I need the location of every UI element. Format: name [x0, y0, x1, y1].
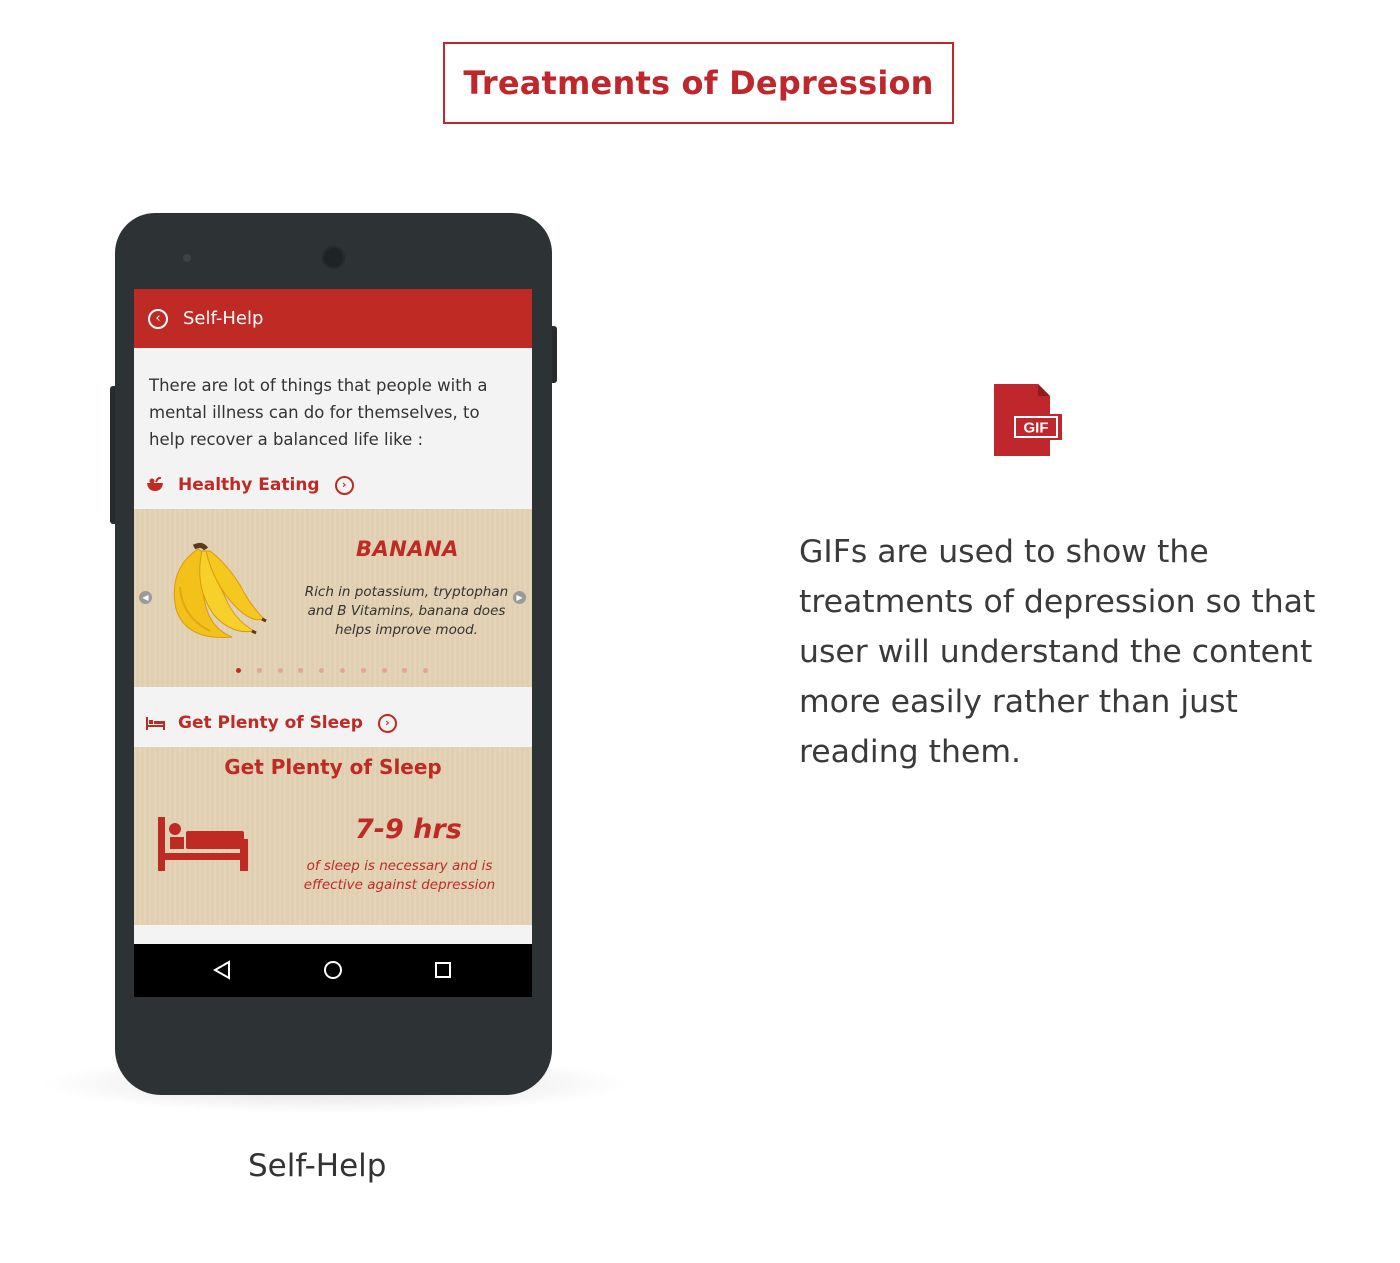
- carousel-prev-icon[interactable]: ◀: [139, 591, 152, 604]
- carousel-dot[interactable]: [236, 668, 241, 673]
- app-bar-title: Self-Help: [183, 308, 264, 329]
- section-sleep: Get Plenty of Sleep ›: [146, 713, 397, 733]
- carousel-dot[interactable]: [277, 668, 283, 673]
- nav-recent-apps-icon[interactable]: [435, 962, 451, 978]
- carousel-dot[interactable]: [423, 668, 429, 673]
- gif-label: GIF: [1024, 420, 1049, 437]
- carousel-dot[interactable]: [402, 668, 408, 673]
- phone-screen: ‹ Self-Help There are lot of things that…: [134, 289, 532, 997]
- android-nav-bar: [134, 944, 532, 997]
- intro-text: There are lot of things that people with…: [149, 376, 488, 449]
- page-title: Treatments of Depression: [463, 64, 934, 102]
- healthy-eating-link[interactable]: Healthy Eating: [178, 475, 320, 495]
- card-title: Get Plenty of Sleep: [224, 755, 442, 779]
- page-title-box: Treatments of Depression: [443, 42, 954, 124]
- front-camera: [322, 246, 345, 269]
- screen-caption: Self-Help: [248, 1148, 387, 1184]
- sensor-dot: [183, 254, 191, 262]
- back-circle-icon[interactable]: ‹: [148, 308, 168, 329]
- carousel-dot[interactable]: [339, 668, 345, 673]
- carousel-dot[interactable]: [360, 668, 366, 673]
- chevron-right-icon[interactable]: ›: [377, 713, 397, 733]
- banana-illustration: [173, 542, 267, 638]
- carousel-next-icon[interactable]: ▶: [513, 591, 526, 604]
- carousel-dot[interactable]: [381, 668, 387, 673]
- bed-icon: [146, 716, 168, 730]
- carousel-dots: [236, 668, 444, 673]
- nav-home-icon[interactable]: [324, 961, 342, 979]
- sleep-hours: 7-9 hrs: [355, 814, 462, 845]
- carousel-dot[interactable]: [319, 668, 325, 673]
- power-button: [552, 326, 557, 383]
- sleep-link[interactable]: Get Plenty of Sleep: [178, 713, 363, 733]
- chevron-right-icon[interactable]: ›: [334, 475, 354, 495]
- card-title: BANANA: [356, 537, 459, 561]
- carousel-dot[interactable]: [256, 668, 262, 673]
- card-description: Rich in potassium, tryptophan and B Vita…: [304, 584, 509, 638]
- bed-illustration: [158, 817, 248, 871]
- section-healthy-eating: Healthy Eating ›: [146, 475, 354, 495]
- card-description: of sleep is necessary and is effective a…: [303, 858, 496, 893]
- app-bar: ‹ Self-Help: [134, 289, 532, 348]
- carousel-dot[interactable]: [298, 668, 304, 673]
- gif-file-icon: GIF: [994, 384, 1062, 462]
- sleep-card: Get Plenty of Sleep 7-9 hrs of sleep is …: [134, 747, 532, 925]
- bowl-icon: [146, 477, 168, 493]
- description-text: GIFs are used to show the treatments of …: [799, 534, 1316, 770]
- nav-back-icon[interactable]: [212, 960, 231, 984]
- healthy-eating-card: BANANA Rich in potassium, tryptophan and…: [134, 509, 532, 687]
